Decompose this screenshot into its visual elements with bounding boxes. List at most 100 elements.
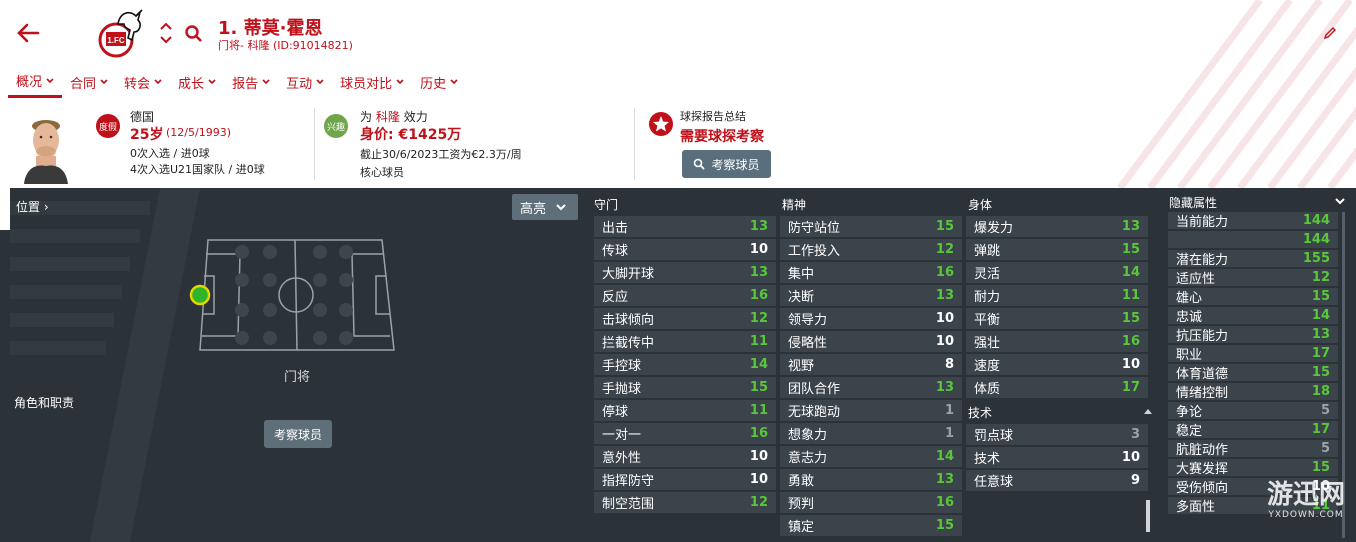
goalkeeping-attribute-row[interactable]: 手控球 14 [594,354,776,375]
nav-tab[interactable]: 概况 [8,66,63,98]
physical-attribute-row[interactable]: 强壮 16 [966,331,1148,352]
mental-attribute-row[interactable]: 团队合作 13 [780,377,962,398]
scout-player-button-secondary[interactable]: 考察球员 [264,420,332,448]
physical-attribute-row[interactable]: 速度 10 [966,354,1148,375]
wage-info: 截止30/6/2023工资为€2.3万/周 [360,148,522,161]
attribute-name: 团队合作 [788,382,841,397]
nav-tab-label: 互动 [286,76,313,92]
nav-tab-label: 转会 [124,76,151,92]
technical-attribute-row[interactable]: 技术 10 [966,447,1148,468]
attribute-value: 1 [944,403,954,418]
scrollbar[interactable] [1146,500,1150,532]
goalkeeping-attribute-row[interactable]: 大脚开球 13 [594,262,776,283]
goalkeeping-attribute-row[interactable]: 一对一 16 [594,423,776,444]
role-duty-label[interactable]: 角色和职责 [14,394,74,411]
goalkeeping-attribute-row[interactable]: 击球倾向 12 [594,308,776,329]
hidden-attribute-row[interactable]: 144 [1168,231,1338,248]
nav-tab[interactable]: 报告 [224,66,278,98]
chevron-down-icon[interactable] [1335,198,1345,205]
attribute-name: 指挥防守 [602,474,655,489]
physical-attribute-row[interactable]: 平衡 15 [966,308,1148,329]
hidden-attribute-row[interactable]: 忠诚 14 [1168,307,1338,325]
attribute-name: 耐力 [974,290,1001,305]
hidden-attribute-row[interactable]: 潜在能力 155 [1168,250,1338,268]
search-icon[interactable] [184,24,204,44]
technical-attribute-row[interactable]: 罚点球 3 [966,424,1148,445]
physical-attribute-row[interactable]: 体质 17 [966,377,1148,398]
nav-tab[interactable]: 合同 [62,66,116,98]
goalkeeping-attribute-row[interactable]: 手抛球 15 [594,377,776,398]
scout-player-button[interactable]: 考察球员 [682,150,771,178]
attribute-name: 击球倾向 [602,313,655,328]
attribute-value: 17 [1121,380,1140,395]
value-label: 身价: [360,127,394,143]
goalkeeping-attribute-row[interactable]: 指挥防守 10 [594,469,776,490]
mental-attribute-row[interactable]: 领导力 10 [780,308,962,329]
mental-attribute-row[interactable]: 防守站位 15 [780,216,962,237]
attribute-name: 强壮 [974,336,1001,351]
watermark-main: 游迅网 [1266,480,1345,510]
collapse-icon[interactable] [1144,408,1152,414]
position-label-text: 位置 [16,200,41,214]
attribute-value: 17 [1311,346,1330,361]
goalkeeping-attribute-row[interactable]: 出击 13 [594,216,776,237]
physical-attribute-row[interactable]: 爆发力 13 [966,216,1148,237]
mental-attribute-row[interactable]: 视野 8 [780,354,962,375]
interest-badge: 兴趣 [324,114,348,138]
mental-attribute-row[interactable]: 意志力 14 [780,446,962,467]
mental-attribute-row[interactable]: 侵略性 10 [780,331,962,352]
physical-attribute-row[interactable]: 弹跳 15 [966,239,1148,260]
mental-attribute-row[interactable]: 勇敢 13 [780,469,962,490]
hidden-attribute-row[interactable]: 雄心 15 [1168,288,1338,306]
attribute-name: 多面性 [1176,500,1216,515]
position-label[interactable]: 位置 › [16,198,49,215]
hidden-attribute-row[interactable]: 体育道德 15 [1168,364,1338,382]
mental-attribute-row[interactable]: 决断 13 [780,285,962,306]
attribute-name: 职业 [1176,348,1203,363]
prev-next-player-icon[interactable] [158,20,174,46]
attribute-name: 技术 [974,452,1001,467]
technical-attribute-row[interactable]: 任意球 9 [966,470,1148,491]
player-position-club: 门将- 科隆 (ID:91014821) [218,39,353,52]
nav-tab[interactable]: 转会 [116,66,170,98]
club-link[interactable]: 科隆 [376,110,400,124]
hidden-attribute-row[interactable]: 抗压能力 13 [1168,326,1338,344]
hidden-attribute-row[interactable]: 适应性 12 [1168,269,1338,287]
attribute-value: 10 [749,472,768,487]
mental-attribute-row[interactable]: 预判 16 [780,492,962,513]
mental-attribute-row[interactable]: 无球跑动 1 [780,400,962,421]
u21-caps: 4次入选U21国家队 / 进0球 [130,163,265,176]
hidden-attribute-row[interactable]: 情绪控制 18 [1168,383,1338,401]
nav-tab[interactable]: 历史 [412,66,466,98]
hidden-attribute-row[interactable]: 争论 5 [1168,402,1338,420]
hidden-attribute-row[interactable]: 大赛发挥 15 [1168,459,1338,477]
goalkeeping-attribute-row[interactable]: 意外性 10 [594,446,776,467]
goalkeeping-header: 守门 [594,198,619,212]
physical-attribute-row[interactable]: 灵活 14 [966,262,1148,283]
attribute-value: 13 [935,472,954,487]
mental-attribute-row[interactable]: 工作投入 12 [780,239,962,260]
hidden-attribute-row[interactable]: 职业 17 [1168,345,1338,363]
goalkeeping-attribute-row[interactable]: 拦截传中 11 [594,331,776,352]
goalkeeping-attribute-row[interactable]: 停球 11 [594,400,776,421]
mental-attribute-row[interactable]: 集中 16 [780,262,962,283]
attribute-name: 工作投入 [788,244,841,259]
attribute-name: 平衡 [974,313,1001,328]
highlight-dropdown[interactable]: 高亮 [512,194,578,220]
nav-tab[interactable]: 成长 [170,66,224,98]
physical-attribute-row[interactable]: 耐力 11 [966,285,1148,306]
hidden-attribute-row[interactable]: 肮脏动作 5 [1168,440,1338,458]
goalkeeping-attribute-row[interactable]: 传球 10 [594,239,776,260]
attribute-value: 5 [1320,441,1330,456]
back-arrow-icon[interactable] [14,20,42,46]
goalkeeping-attribute-row[interactable]: 制空范围 12 [594,492,776,513]
hidden-attribute-row[interactable]: 稳定 17 [1168,421,1338,439]
mental-attribute-row[interactable]: 想象力 1 [780,423,962,444]
hidden-attribute-row[interactable]: 当前能力 144 [1168,212,1338,230]
nav-tab[interactable]: 互动 [278,66,332,98]
attribute-name: 无球跑动 [788,405,841,420]
edit-icon[interactable] [1322,25,1338,41]
goalkeeping-attribute-row[interactable]: 反应 16 [594,285,776,306]
nav-tab[interactable]: 球员对比 [332,66,412,98]
mental-attribute-row[interactable]: 镇定 15 [780,515,962,536]
